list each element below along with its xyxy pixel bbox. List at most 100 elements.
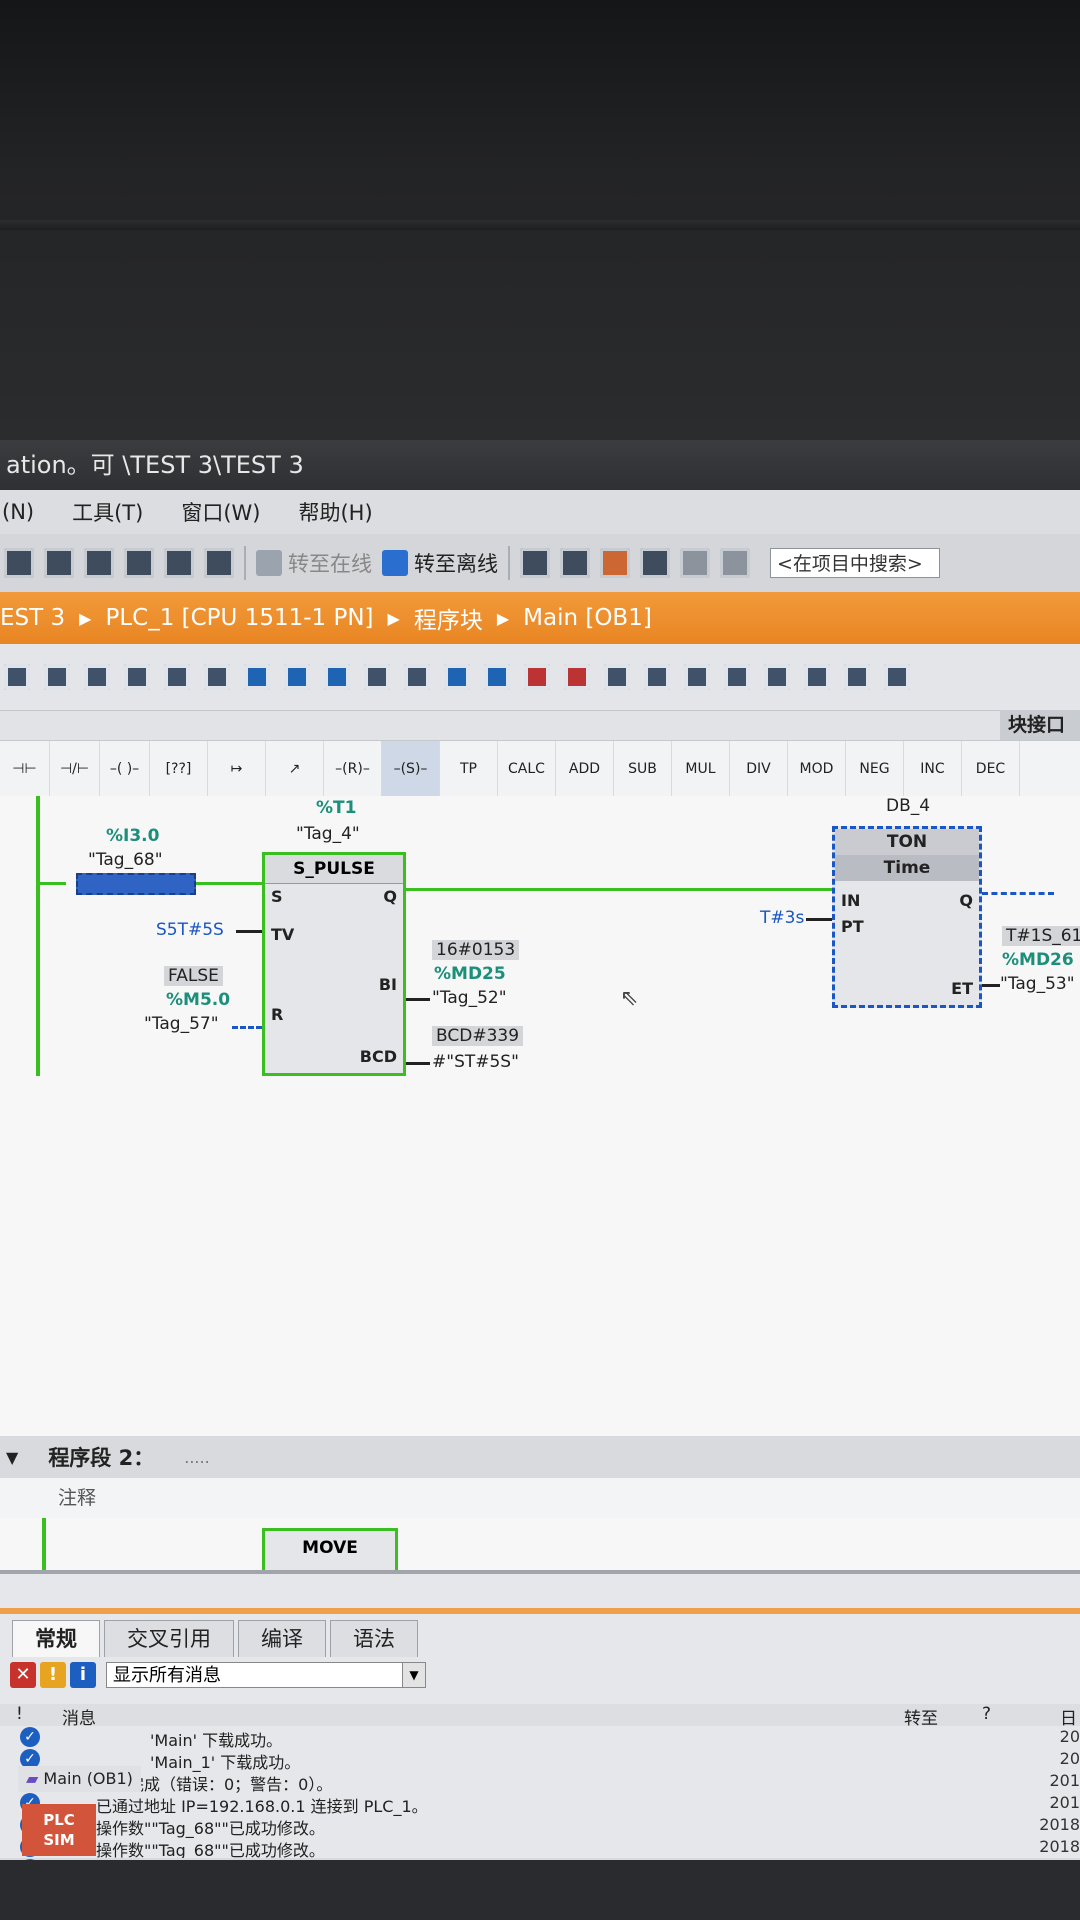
crumb-plc[interactable]: PLC_1 [CPU 1511-1 PN] (105, 605, 373, 631)
menu-item-window[interactable]: 窗口(W) (181, 497, 260, 527)
ton-block[interactable]: TON Time IN PT Q ET (832, 826, 982, 1008)
ton-instance[interactable]: DB_4 (886, 796, 930, 816)
instruction-div[interactable]: DIV (730, 741, 788, 797)
open-branch-icon[interactable]: ↦ (208, 741, 266, 797)
breakpoint-icon[interactable] (604, 664, 630, 690)
message-row[interactable]: ✓ 已通过地址 IP=192.168.0.1 连接到 PLC_1。 201 (0, 1792, 1080, 1816)
contact-tag[interactable]: "Tag_68" (88, 850, 163, 870)
instruction-sub[interactable]: SUB (614, 741, 672, 797)
sync-icon[interactable] (884, 664, 910, 690)
instruction-mul[interactable]: MUL (672, 741, 730, 797)
absolute-operands-icon[interactable] (164, 664, 190, 690)
network-2-comment[interactable]: 注释 (0, 1478, 1080, 1518)
split-vertical-icon[interactable] (720, 548, 750, 578)
reset-coil-icon[interactable]: –(R)– (324, 741, 382, 797)
taskbar-main-ob1[interactable]: ▰ Main (OB1) (18, 1766, 141, 1792)
message-row[interactable]: i操作数""Tag_68""已成功修改。2018 (0, 1814, 1080, 1838)
instruction-dec[interactable]: DEC (962, 741, 1020, 797)
coil-icon[interactable]: –( )– (100, 741, 150, 797)
project-search-input[interactable]: <在项目中搜索> (770, 548, 940, 578)
collapse-icon[interactable]: ▼ (6, 1448, 18, 1467)
monitor-on-icon[interactable] (524, 664, 550, 690)
close-branch-icon[interactable]: ↗ (266, 741, 324, 797)
update-calls-icon[interactable] (844, 664, 870, 690)
block-interface-tab[interactable]: 块接口 (1000, 710, 1080, 740)
compile-icon[interactable] (164, 548, 194, 578)
start-cpu-icon[interactable] (560, 548, 590, 578)
crumb-main-ob1[interactable]: Main [OB1] (523, 605, 652, 631)
bcd-tag[interactable]: #"ST#5S" (432, 1052, 519, 1072)
info-filter-icon[interactable]: i (70, 1662, 96, 1688)
et-tag[interactable]: "Tag_53" (1000, 974, 1075, 994)
message-filter-select[interactable]: 显示所有消息 ▼ (106, 1662, 426, 1688)
bi-address: %MD25 (434, 964, 506, 984)
no-contact[interactable] (76, 873, 196, 895)
nc-contact-icon[interactable]: ⊣/⊢ (50, 741, 100, 797)
error-filter-icon[interactable]: ✕ (10, 1662, 36, 1688)
insert-network-icon[interactable] (4, 664, 30, 690)
call-hierarchy-icon[interactable] (684, 664, 710, 690)
warning-filter-icon[interactable]: ! (40, 1662, 66, 1688)
message-row[interactable]: ✓ 'Main' 下载成功。 20 (0, 1726, 1080, 1750)
crumb-project[interactable]: EST 3 (0, 605, 65, 631)
set-coil-icon[interactable]: –(S)– (382, 741, 440, 797)
step-icon[interactable] (644, 664, 670, 690)
instruction-neg[interactable]: NEG (846, 741, 904, 797)
goto-previous-error-icon[interactable] (724, 664, 750, 690)
tab-general[interactable]: 常规 (12, 1620, 100, 1657)
move-block[interactable]: MOVE (262, 1528, 398, 1570)
no-contact-icon[interactable]: ⊣⊢ (0, 741, 50, 797)
network-comments-icon[interactable] (204, 664, 230, 690)
network-2-header[interactable]: ▼ 程序段 2： ..... (0, 1436, 1080, 1478)
menu-item-help[interactable]: 帮助(H) (298, 497, 372, 527)
go-online-button[interactable]: 转至在线 (256, 548, 372, 578)
spulse-instance-tag[interactable]: "Tag_4" (296, 824, 360, 844)
tab-compile[interactable]: 编译 (238, 1620, 326, 1657)
tab-cross-reference[interactable]: 交叉引用 (104, 1620, 234, 1657)
save-icon[interactable] (4, 548, 34, 578)
goto-next-error-icon[interactable] (764, 664, 790, 690)
instruction-calc[interactable]: CALC (498, 741, 556, 797)
stop-cpu-icon[interactable] (600, 548, 630, 578)
block-interface-icon[interactable] (444, 664, 470, 690)
menu-item-n[interactable]: (N) (2, 500, 34, 524)
upload-icon[interactable] (124, 548, 154, 578)
go-offline-button[interactable]: 转至离线 (382, 548, 498, 578)
collapse-all-icon[interactable] (124, 664, 150, 690)
cross-reference-icon[interactable] (640, 548, 670, 578)
favorites-icon[interactable] (244, 664, 270, 690)
monitor-off-icon[interactable] (564, 664, 590, 690)
pt-value[interactable]: T#3s (760, 908, 804, 928)
editor-toolbar (0, 644, 1080, 710)
column-question[interactable]: ? (982, 1704, 991, 1724)
instruction-mod[interactable]: MOD (788, 741, 846, 797)
crumb-program-blocks[interactable]: 程序块 (414, 601, 483, 635)
comments-toggle-icon[interactable] (324, 664, 350, 690)
menu-item-tools[interactable]: 工具(T) (72, 497, 143, 527)
tv-value[interactable]: S5T#5S (156, 920, 224, 940)
simulate-icon[interactable] (204, 548, 234, 578)
instruction-inc[interactable]: INC (904, 741, 962, 797)
r-tag[interactable]: "Tag_57" (144, 1014, 219, 1034)
delete-network-icon[interactable] (44, 664, 70, 690)
instruction-add[interactable]: ADD (556, 741, 614, 797)
export-icon[interactable] (404, 664, 430, 690)
list-indent-icon[interactable] (804, 664, 830, 690)
message-row[interactable]: ✓下载完成（错误：0；警告：0）。201 (0, 1770, 1080, 1794)
message-row[interactable]: ✓ 'Main_1' 下载成功。 20 (0, 1748, 1080, 1772)
s-pulse-block[interactable]: S_PULSE S TV R Q BI BCD (262, 852, 406, 1076)
accessible-devices-icon[interactable] (520, 548, 550, 578)
download-icon[interactable] (84, 548, 114, 578)
show-favorites-icon[interactable] (284, 664, 310, 690)
plcsim-icon[interactable]: PLC SIM (22, 1804, 96, 1856)
empty-box-icon[interactable]: [??] (150, 741, 208, 797)
split-horizontal-icon[interactable] (680, 548, 710, 578)
star-icon[interactable] (484, 664, 510, 690)
tab-syntax[interactable]: 语法 (330, 1620, 418, 1657)
instruction-tp[interactable]: TP (440, 741, 498, 797)
import-icon[interactable] (364, 664, 390, 690)
expand-all-icon[interactable] (84, 664, 110, 690)
print-icon[interactable] (44, 548, 74, 578)
bi-tag[interactable]: "Tag_52" (432, 988, 507, 1008)
message-row[interactable]: i操作数""Tag_68""已成功修改。2018 (0, 1836, 1080, 1860)
